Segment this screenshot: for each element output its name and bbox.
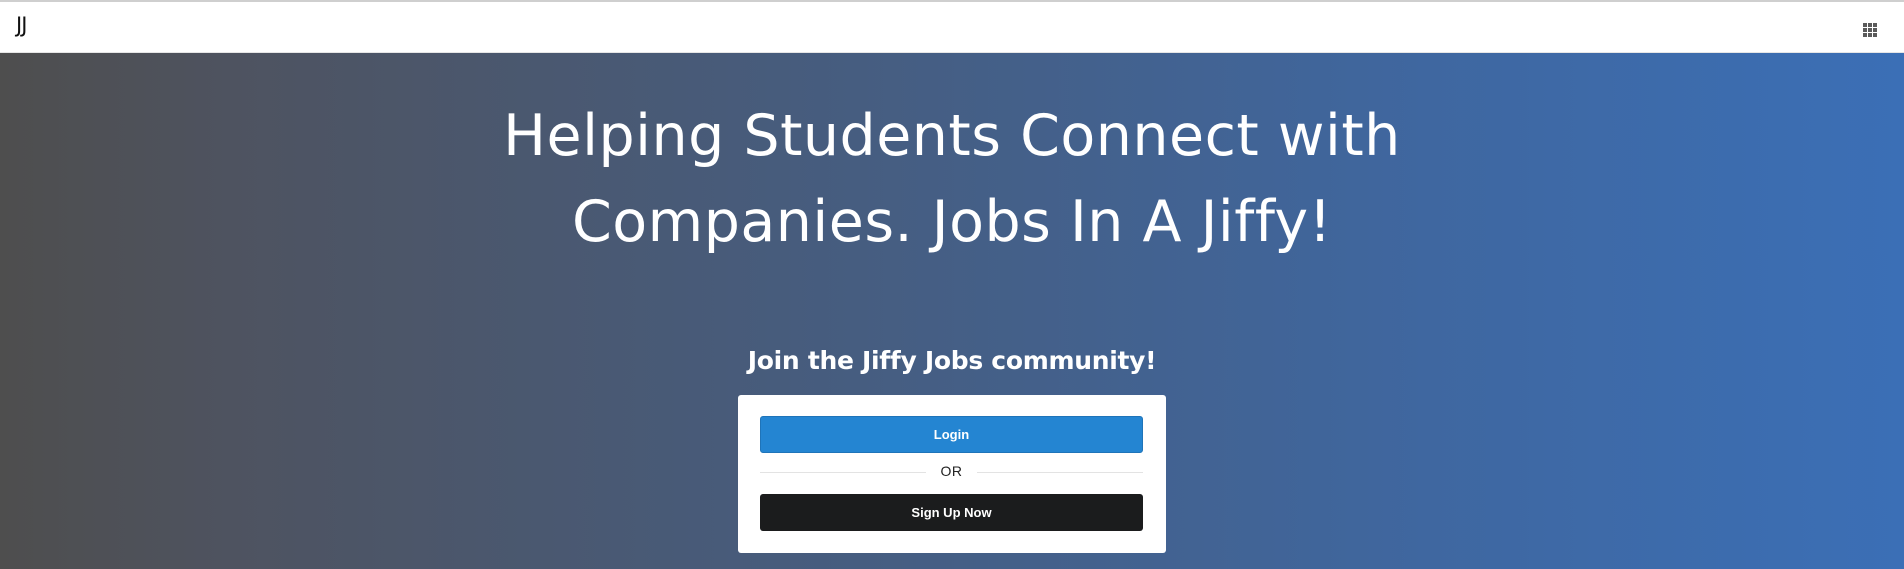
hero-section: Helping Students Connect with Companies.… bbox=[0, 53, 1904, 569]
grid-dot bbox=[1873, 33, 1877, 37]
auth-card: Login OR Sign Up Now bbox=[738, 395, 1166, 553]
or-divider: OR bbox=[760, 462, 1143, 482]
grid-icon[interactable] bbox=[1863, 23, 1877, 37]
grid-dot bbox=[1873, 23, 1877, 27]
grid-dot bbox=[1868, 23, 1872, 27]
divider-label: OR bbox=[940, 463, 963, 479]
top-navbar: JJ bbox=[0, 0, 1904, 53]
page: JJ Helping Students Connect with Compani… bbox=[0, 0, 1904, 569]
community-title: Join the Jiffy Jobs community! bbox=[747, 346, 1157, 375]
sign-up-button[interactable]: Sign Up Now bbox=[760, 494, 1143, 531]
brand-logo[interactable]: JJ bbox=[16, 13, 27, 37]
grid-dot bbox=[1863, 23, 1867, 27]
hero-headline: Helping Students Connect with Companies.… bbox=[0, 93, 1904, 265]
grid-dot bbox=[1868, 28, 1872, 32]
headline-line-2: Companies. Jobs In A Jiffy! bbox=[572, 189, 1332, 255]
grid-dot bbox=[1868, 33, 1872, 37]
login-button[interactable]: Login bbox=[760, 416, 1143, 453]
grid-dot bbox=[1863, 28, 1867, 32]
grid-dot bbox=[1873, 28, 1877, 32]
divider-line-right bbox=[977, 472, 1143, 473]
grid-dot bbox=[1863, 33, 1867, 37]
headline-line-1: Helping Students Connect with bbox=[503, 103, 1401, 169]
